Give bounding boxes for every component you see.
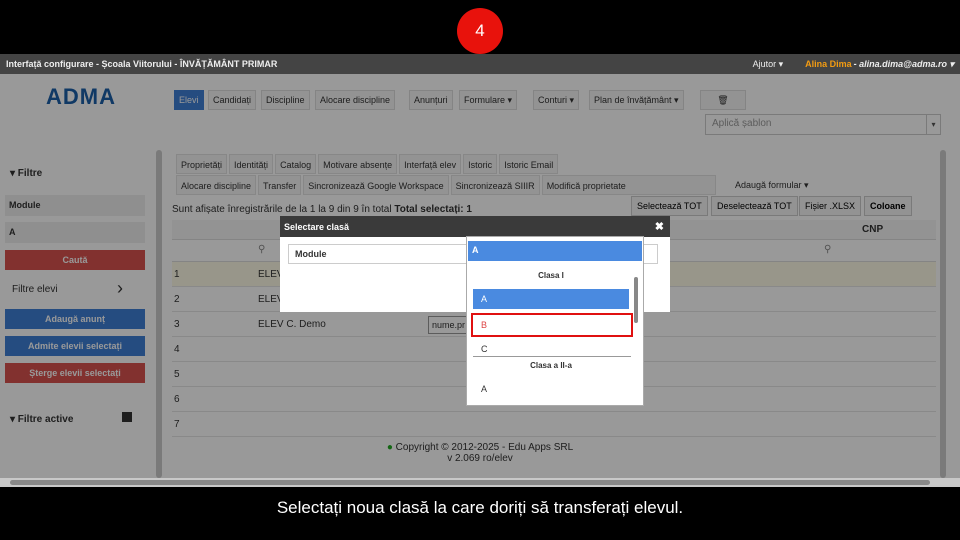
- help-menu[interactable]: Ajutor ▾: [753, 59, 784, 70]
- step-badge: 4: [457, 8, 503, 54]
- app-title: Interfață configurare - Școala Viitorulu…: [6, 59, 278, 69]
- close-icon[interactable]: ✖: [655, 220, 664, 233]
- dropdown-list: Clasa I A B C Clasa a II-a A: [471, 265, 633, 405]
- user-name[interactable]: Alina Dima: [805, 59, 852, 69]
- group-divider: [473, 356, 631, 357]
- dropdown-selected[interactable]: A: [468, 241, 642, 261]
- group-clasa-2: Clasa a II-a: [530, 361, 572, 370]
- dropdown-scrollbar[interactable]: [633, 265, 641, 403]
- class-dropdown: A Clasa I A B C Clasa a II-a A: [466, 236, 644, 406]
- tutorial-caption: Selectați noua clasă la care doriți să t…: [276, 498, 684, 517]
- group-clasa-1: Clasa I: [538, 271, 564, 280]
- option-clasa1-b[interactable]: B: [471, 313, 633, 337]
- option-clasa1-a[interactable]: A: [473, 289, 629, 309]
- app-window: Interfață configurare - Școala Viitorulu…: [0, 54, 960, 482]
- modal-title: Selectare clasă: [280, 216, 670, 237]
- top-bar: Interfață configurare - Școala Viitorulu…: [0, 54, 960, 74]
- horizontal-scrollbar[interactable]: [0, 478, 960, 487]
- option-clasa2-a[interactable]: A: [473, 379, 629, 399]
- user-email[interactable]: - alina.dima@adma.ro ▾: [854, 59, 954, 70]
